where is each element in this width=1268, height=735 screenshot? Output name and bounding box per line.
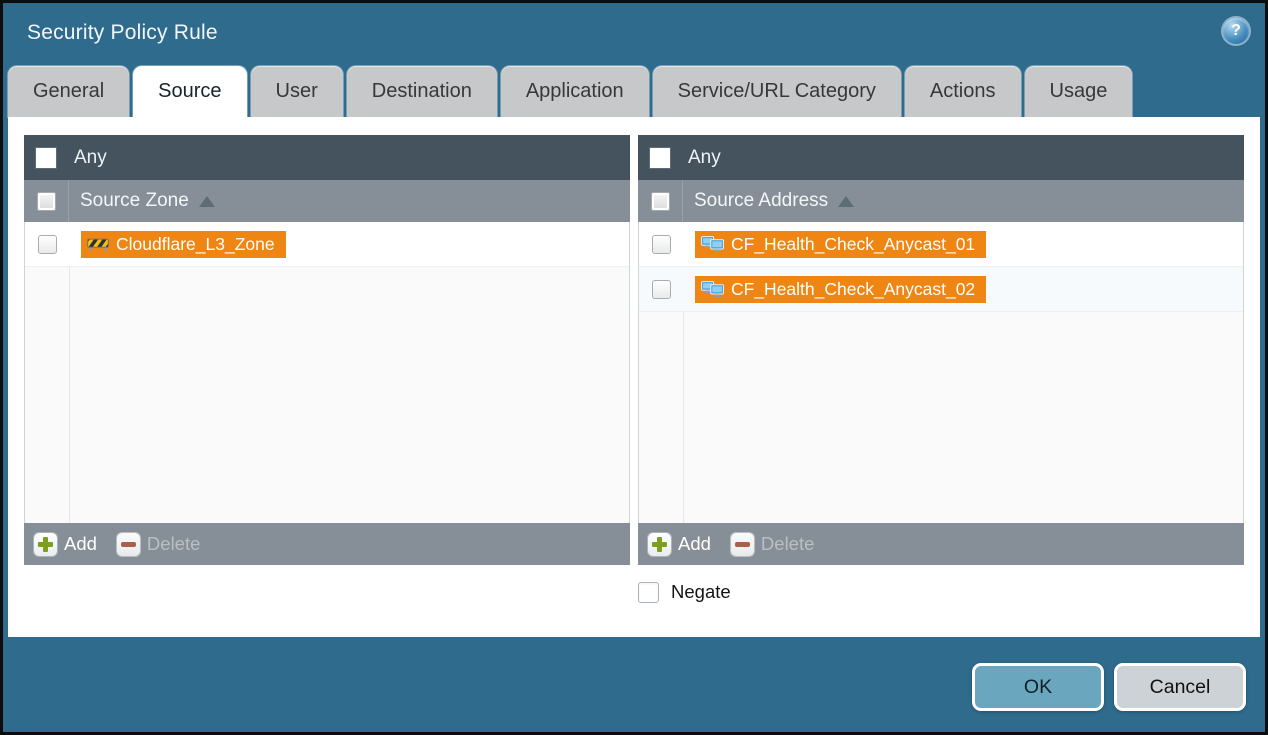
source-address-footer: Add Delete — [638, 523, 1244, 565]
negate-label: Negate — [671, 581, 731, 603]
source-zone-any-checkbox[interactable] — [35, 147, 57, 169]
tab-user[interactable]: User — [251, 66, 343, 117]
dialog-titlebar: Security Policy Rule — [3, 3, 1265, 63]
source-address-any-header: Any — [638, 135, 1244, 180]
source-address-select-all-checkbox[interactable] — [651, 192, 670, 211]
tab-destination[interactable]: Destination — [347, 66, 497, 117]
address-icon — [701, 236, 724, 253]
tab-actions[interactable]: Actions — [905, 66, 1021, 117]
tab-bar: General Source User Destination Applicat… — [3, 63, 1265, 117]
source-address-delete-button[interactable]: Delete — [731, 533, 814, 556]
ok-button[interactable]: OK — [972, 663, 1104, 711]
source-address-column-label: Source Address — [694, 190, 828, 212]
negate-checkbox[interactable] — [638, 582, 659, 603]
tab-general[interactable]: General — [8, 66, 129, 117]
plus-icon — [648, 533, 671, 556]
source-zone-add-button[interactable]: Add — [34, 533, 97, 556]
tab-usage[interactable]: Usage — [1025, 66, 1133, 117]
sort-ascending-icon — [838, 196, 854, 207]
security-policy-rule-dialog: Security Policy Rule ? General Source Us… — [0, 0, 1268, 735]
address-entry-label: CF_Health_Check_Anycast_01 — [731, 234, 975, 255]
source-zone-any-header: Any — [24, 135, 630, 180]
source-address-add-button[interactable]: Add — [648, 533, 711, 556]
table-row: CF_Health_Check_Anycast_01 — [639, 222, 1243, 267]
row-checkbox[interactable] — [652, 235, 671, 254]
zone-icon — [87, 237, 109, 252]
address-entry-pill[interactable]: CF_Health_Check_Anycast_02 — [695, 276, 986, 303]
address-icon — [701, 281, 724, 298]
cancel-button[interactable]: Cancel — [1114, 663, 1246, 711]
tab-service-url-category[interactable]: Service/URL Category — [653, 66, 901, 117]
source-zone-delete-button[interactable]: Delete — [117, 533, 200, 556]
dialog-title: Security Policy Rule — [27, 21, 218, 45]
zone-entry-label: Cloudflare_L3_Zone — [116, 234, 275, 255]
source-zone-select-all-checkbox[interactable] — [37, 192, 56, 211]
table-row: Cloudflare_L3_Zone — [25, 222, 629, 267]
tab-application[interactable]: Application — [501, 66, 649, 117]
tab-source[interactable]: Source — [133, 66, 246, 117]
table-row: CF_Health_Check_Anycast_02 — [639, 267, 1243, 312]
source-address-column-header: Source Address — [638, 180, 1244, 222]
source-address-sort-header[interactable]: Source Address — [683, 180, 854, 222]
dialog-actions: OK Cancel — [972, 663, 1246, 711]
source-address-any-checkbox[interactable] — [649, 147, 671, 169]
row-checkbox[interactable] — [38, 235, 57, 254]
source-address-panel: Any Source Address — [638, 135, 1244, 565]
source-zone-column-label: Source Zone — [80, 190, 189, 212]
sort-ascending-icon — [199, 196, 215, 207]
source-tab-content: Any Source Zone — [8, 117, 1260, 637]
source-address-any-label: Any — [688, 147, 721, 169]
zone-entry-pill[interactable]: Cloudflare_L3_Zone — [81, 231, 286, 258]
source-address-list: CF_Health_Check_Anycast_01 — [638, 222, 1244, 523]
source-zone-footer: Add Delete — [24, 523, 630, 565]
source-zone-any-label: Any — [74, 147, 107, 169]
source-zone-column-header: Source Zone — [24, 180, 630, 222]
negate-row: Negate — [638, 581, 1244, 603]
source-zone-sort-header[interactable]: Source Zone — [69, 180, 215, 222]
plus-icon — [34, 533, 57, 556]
row-checkbox[interactable] — [652, 280, 671, 299]
source-zone-list: Cloudflare_L3_Zone — [24, 222, 630, 523]
source-zone-panel: Any Source Zone — [24, 135, 630, 565]
minus-icon — [731, 533, 754, 556]
address-entry-pill[interactable]: CF_Health_Check_Anycast_01 — [695, 231, 986, 258]
minus-icon — [117, 533, 140, 556]
help-icon[interactable]: ? — [1223, 18, 1249, 44]
address-entry-label: CF_Health_Check_Anycast_02 — [731, 279, 975, 300]
